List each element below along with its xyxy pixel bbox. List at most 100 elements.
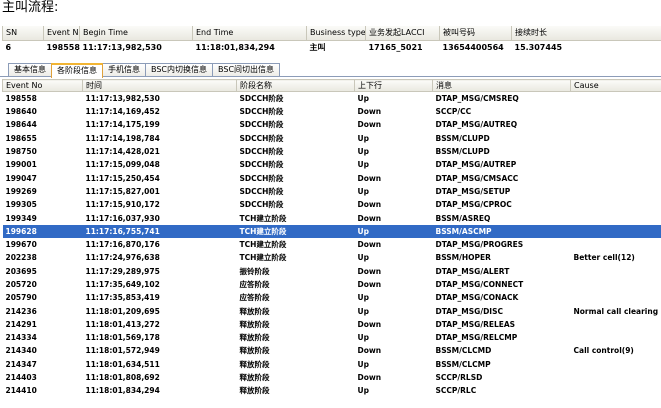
cell-stage-name: 释放阶段 [239, 373, 270, 383]
cell-message: SCCP/CC [435, 107, 472, 117]
column-header-lacci[interactable]: 业务发起LACCI [365, 26, 440, 41]
cell-event-no: 214236 [5, 306, 37, 316]
tab-intra-bsc-handover[interactable]: BSC内切换信息 [145, 63, 214, 77]
cell-stage-name: 释放阶段 [239, 386, 270, 396]
table-row[interactable]: 199001 11:17:15,099,048 SDCCH阶段 Up DTAP_MSG/… [3, 158, 661, 171]
table-row[interactable]: 214291 11:18:01,413,272 释放阶段 Down DTAP_MSG/R… [3, 318, 661, 331]
column-header-business-type[interactable]: Business type [306, 26, 366, 41]
column-header-called-number[interactable]: 被叫号码 [439, 26, 512, 41]
cell-event-no: 214340 [5, 346, 37, 356]
stage-info-panel: Event No 时间 阶段名称 上下行 消息 Cause 198558 11:17:13,… [0, 76, 661, 408]
cell-direction: Down [357, 373, 382, 383]
table-row[interactable]: 198750 11:17:14,428,021 SDCCH阶段 Up BSSM/CLUP… [3, 145, 661, 158]
cell-message: DTAP_MSG/CMSACC [435, 173, 519, 183]
table-row[interactable]: 199349 11:17:16,037,930 TCH建立阶段 Down BSSM/AS… [3, 211, 661, 224]
page-title: 主叫流程: [2, 0, 59, 15]
column-header-message[interactable]: 消息 [432, 79, 571, 92]
cell-event-no: 198558 [5, 94, 37, 103]
cell-time: 11:17:13,982,530 [85, 94, 160, 103]
tab-bar: 基本信息 各阶段信息 手机信息 BSC内切换信息 BSC间切出信息 [8, 63, 281, 78]
table-row[interactable]: 205720 11:17:35,649,102 应答阶段 Down DTAP_MSG/C… [3, 278, 661, 291]
cell-stage-name: 释放阶段 [239, 346, 270, 356]
cell-event-no: 199305 [5, 200, 37, 210]
cell-cause [571, 171, 661, 184]
cell-event-no: 198655 [5, 133, 37, 143]
cell-event-no: 199628 [2, 224, 83, 238]
cell-stage-name: SDCCH阶段 [239, 120, 284, 130]
table-row[interactable]: 214410 11:18:01,834,294 释放阶段 Up SCCP/RLC [3, 384, 661, 397]
tab-inter-bsc-handover[interactable]: BSC间切出信息 [212, 63, 281, 77]
column-header-end-time[interactable]: End Time [192, 26, 307, 41]
cell-cause: Normal call clearing [573, 306, 659, 316]
cell-time: 11:17:29,289,975 [85, 266, 160, 276]
cell-event-no: 202238 [5, 253, 37, 263]
cell-stage-name: 释放阶段 [239, 333, 270, 343]
table-row[interactable]: 199670 11:17:16,870,176 TCH建立阶段 Down DTAP_MS… [3, 238, 661, 251]
cell-event-no: 199047 [5, 173, 37, 183]
table-row[interactable]: 198640 11:17:14,169,452 SDCCH阶段 Down SCCP/CC [3, 105, 661, 118]
cell-stage-name: 应答阶段 [239, 293, 270, 303]
table-row[interactable]: 214347 11:18:01,634,511 释放阶段 Up BSSM/CLCMP [3, 358, 661, 371]
column-header-duration[interactable]: 接续时长 [511, 26, 661, 41]
cell-event-no: 214347 [5, 359, 37, 369]
cell-event-no: 214410 [5, 386, 37, 396]
cell-time: 11:17:14,175,199 [85, 120, 160, 130]
column-header-begin-time[interactable]: Begin Time [79, 26, 193, 41]
cell-time: 11:18:01,572,949 [85, 346, 160, 356]
column-header-time[interactable]: 时间 [82, 79, 237, 92]
cell-stage-name: TCH建立阶段 [239, 213, 287, 223]
call-summary-row[interactable]: 6 198558 11:17:13,982,530 11:18:01,834,294 主… [3, 40, 661, 54]
cell-message: DTAP_MSG/PROGRES [435, 240, 524, 250]
column-header-stage-name[interactable]: 阶段名称 [236, 79, 355, 92]
table-row[interactable]: 199628 11:17:16,755,741 TCH建立阶段 Up BSSM/ASCM… [2, 224, 661, 238]
cell-lacci: 17165_5021 [368, 42, 423, 52]
cell-message: BSSM/ASREQ [435, 213, 491, 223]
cell-duration: 15.307445 [514, 42, 563, 52]
cell-cause [571, 158, 661, 171]
cell-message: DTAP_MSG/RELEAS [435, 319, 516, 329]
table-row[interactable]: 198655 11:17:14,198,784 SDCCH阶段 Up BSSM/CLUP… [3, 132, 661, 145]
table-row[interactable]: 214236 11:18:01,209,695 释放阶段 Up DTAP_MSG/DIS… [3, 304, 661, 317]
cell-event-no: 199670 [5, 240, 37, 250]
cell-message: DTAP_MSG/AUTREP [435, 160, 517, 170]
cell-called-number: 13654400564 [442, 42, 504, 52]
cell-time: 11:18:01,834,294 [85, 386, 160, 396]
cell-message: DTAP_MSG/CMSREQ [435, 94, 519, 103]
cell-stage-name: SDCCH阶段 [239, 147, 284, 157]
column-header-event-no[interactable]: Event No [2, 79, 83, 92]
cell-direction: Up [357, 386, 369, 396]
table-row[interactable]: 199305 11:17:15,910,172 SDCCH阶段 Down DTAP_MS… [3, 198, 661, 211]
table-row[interactable]: 214334 11:18:01,569,178 释放阶段 Up DTAP_MSG/REL… [3, 331, 661, 344]
cell-time: 11:17:15,099,048 [85, 160, 160, 170]
table-row[interactable]: 214340 11:18:01,572,949 释放阶段 Down BSSM/CLCMD… [3, 344, 661, 357]
cell-event-no: 198750 [5, 147, 37, 157]
cell-time: 11:18:01,413,272 [85, 319, 160, 329]
column-header-direction[interactable]: 上下行 [354, 79, 433, 92]
tab-phone-info[interactable]: 手机信息 [102, 63, 146, 77]
cell-time: 11:17:16,755,741 [82, 224, 237, 238]
table-row[interactable]: 205790 11:17:35,853,419 应答阶段 Up DTAP_MSG/CON… [3, 291, 661, 304]
cell-cause [571, 291, 661, 304]
table-row[interactable]: 199047 11:17:15,250,454 SDCCH阶段 Down DTAP_MS… [3, 171, 661, 184]
cell-direction: Down [357, 240, 382, 250]
cell-cause: Better cell(12) [573, 253, 635, 263]
tab-basic-info[interactable]: 基本信息 [8, 63, 52, 77]
cell-cause: Call control(9) [573, 346, 634, 356]
table-row[interactable]: 214403 11:18:01,808,692 释放阶段 Down SCCP/RLSD [3, 371, 661, 384]
cell-direction: Down [357, 319, 382, 329]
column-header-cause[interactable]: Cause [570, 79, 661, 92]
tab-stage-info[interactable]: 各阶段信息 [51, 63, 103, 78]
table-row[interactable]: 203695 11:17:29,289,975 振铃阶段 Down DTAP_MSG/A… [3, 265, 661, 278]
table-row[interactable]: 198558 11:17:13,982,530 SDCCH阶段 Up DTAP_MSG/… [3, 92, 661, 106]
column-header-event-no[interactable]: Event No [43, 26, 80, 41]
table-row[interactable]: 202238 11:17:24,976,638 TCH建立阶段 Up BSSM/HOPE… [3, 251, 661, 264]
cell-message: BSSM/CLUPD [435, 147, 490, 157]
table-row[interactable]: 198644 11:17:14,175,199 SDCCH阶段 Down DTAP_MS… [3, 118, 661, 131]
cell-cause [571, 145, 661, 158]
column-header-sn[interactable]: SN [2, 26, 44, 41]
cell-time: 11:17:15,910,172 [85, 200, 160, 210]
table-row[interactable]: 199269 11:17:15,827,001 SDCCH阶段 Up DTAP_MSG/… [3, 185, 661, 198]
cell-direction: Up [357, 359, 369, 369]
cell-stage-name: TCH建立阶段 [239, 253, 287, 263]
cell-cause [571, 278, 661, 291]
